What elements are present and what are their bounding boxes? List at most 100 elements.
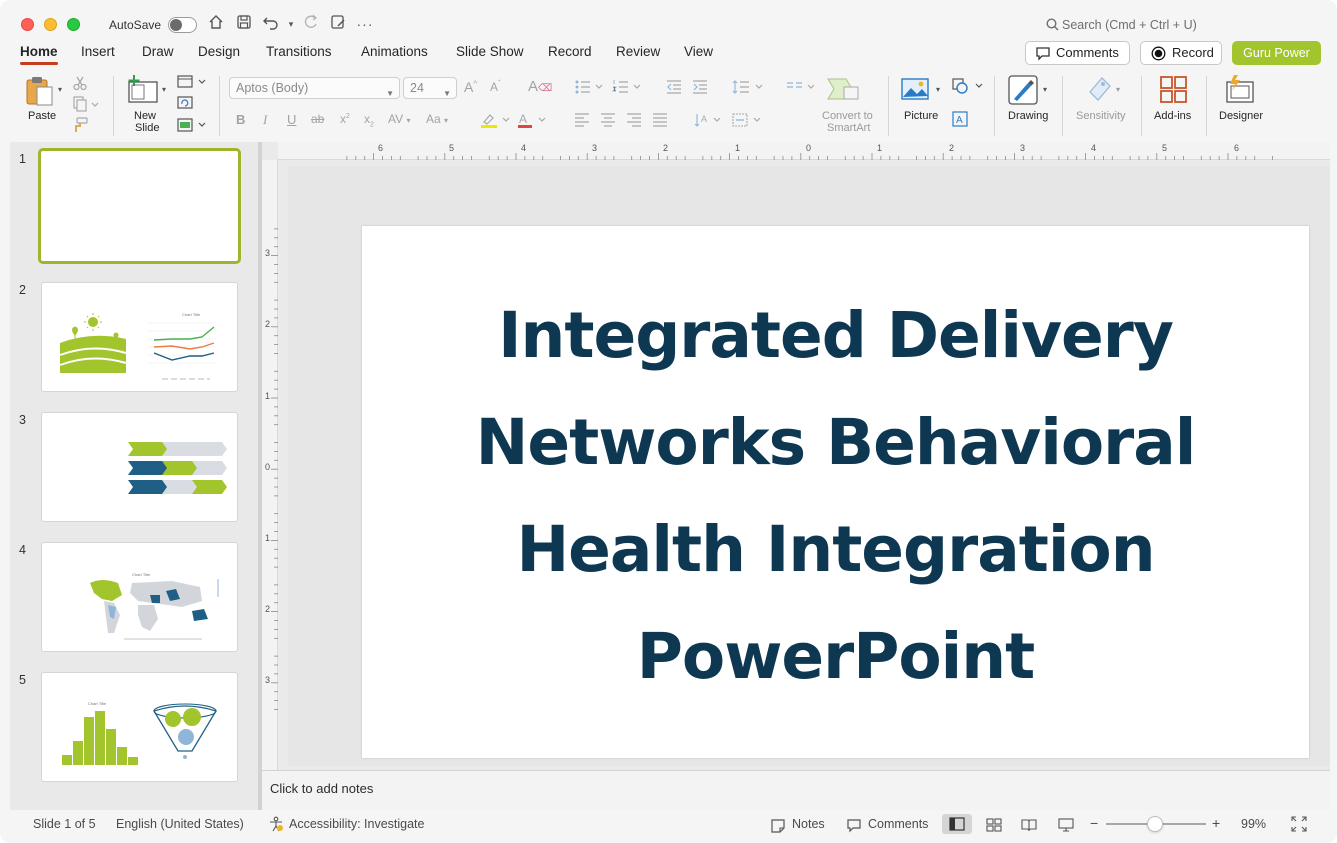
save-as-icon[interactable]: [328, 14, 348, 34]
bullets-icon[interactable]: [574, 79, 606, 98]
layout-icon[interactable]: [177, 75, 207, 92]
notes-toggle[interactable]: Notes: [792, 817, 825, 831]
sensitivity-icon[interactable]: [1086, 74, 1116, 107]
tab-view[interactable]: View: [684, 44, 713, 59]
paste-icon[interactable]: [24, 75, 56, 110]
slide-thumbnails-panel[interactable]: 1 2 Chart Title 3 4 Chart Title 5 Chart …: [10, 142, 258, 810]
slide-canvas[interactable]: Integrated Delivery Networks Behavioral …: [288, 166, 1330, 766]
cut-icon[interactable]: [72, 75, 88, 94]
line-spacing-icon[interactable]: [732, 79, 766, 98]
align-center-icon[interactable]: [600, 112, 616, 131]
drawing-dropdown-chevron-icon[interactable]: ▾: [1043, 84, 1047, 96]
zoom-in-icon[interactable]: +: [1212, 815, 1220, 831]
slide-sorter-icon[interactable]: [986, 818, 1002, 832]
redo-icon[interactable]: [301, 14, 321, 34]
record-button[interactable]: Record: [1140, 41, 1222, 65]
language-indicator[interactable]: English (United States): [116, 817, 244, 831]
slide-title-textbox[interactable]: Integrated Delivery Networks Behavioral …: [402, 282, 1269, 710]
text-box-icon[interactable]: A: [952, 111, 968, 130]
columns-icon[interactable]: [786, 79, 818, 98]
align-left-icon[interactable]: [574, 112, 590, 131]
comments-toggle[interactable]: Comments: [868, 817, 928, 831]
more-options-icon[interactable]: ···: [355, 14, 375, 34]
slide-thumbnail-5[interactable]: Chart Title: [41, 672, 238, 782]
tab-animations[interactable]: Animations: [361, 44, 428, 59]
font-size-select[interactable]: 24 ▼: [403, 77, 457, 99]
align-text-icon[interactable]: [732, 112, 766, 131]
accessibility-icon[interactable]: [268, 816, 284, 832]
change-case-icon[interactable]: Aa ▾: [426, 112, 448, 126]
reset-slide-icon[interactable]: [177, 96, 193, 113]
slide-thumbnail-3[interactable]: [41, 412, 238, 522]
drawing-icon[interactable]: [1008, 75, 1040, 108]
notes-pane[interactable]: Click to add notes: [262, 770, 1330, 810]
zoom-slider-handle[interactable]: [1147, 816, 1163, 832]
zoom-out-icon[interactable]: −: [1090, 815, 1098, 831]
tab-slide-show[interactable]: Slide Show: [456, 44, 524, 59]
undo-icon[interactable]: [261, 14, 281, 34]
section-icon[interactable]: [177, 118, 207, 135]
format-painter-icon[interactable]: [72, 117, 88, 136]
increase-indent-icon[interactable]: [692, 79, 708, 98]
reading-view-icon[interactable]: [1021, 818, 1037, 832]
subscript-icon[interactable]: x2: [364, 112, 374, 128]
character-spacing-icon[interactable]: AV ▾: [388, 112, 410, 126]
search-box[interactable]: Search (Cmd + Ctrl + U): [1046, 18, 1197, 32]
zoom-level[interactable]: 99%: [1241, 817, 1266, 831]
new-slide-icon[interactable]: [126, 74, 160, 107]
font-name-select[interactable]: Aptos (Body) ▼: [229, 77, 400, 99]
tab-record[interactable]: Record: [548, 44, 592, 59]
decrease-font-size-icon[interactable]: Aˇ: [490, 79, 501, 94]
close-window-button[interactable]: [21, 18, 34, 31]
accessibility-status[interactable]: Accessibility: Investigate: [289, 817, 424, 831]
guru-power-button[interactable]: Guru Power: [1232, 41, 1321, 65]
numbering-icon[interactable]: [612, 79, 644, 98]
superscript-icon[interactable]: x2: [340, 112, 350, 126]
picture-dropdown-chevron-icon[interactable]: ▾: [936, 84, 940, 96]
tab-insert[interactable]: Insert: [81, 44, 115, 59]
convert-smartart-icon[interactable]: [826, 77, 860, 104]
slideshow-view-icon[interactable]: [1058, 818, 1074, 832]
ruler-label: 0: [265, 462, 271, 472]
slide-thumbnail-2[interactable]: Chart Title: [41, 282, 238, 392]
tab-draw[interactable]: Draw: [142, 44, 174, 59]
increase-font-size-icon[interactable]: A^: [464, 79, 477, 95]
slide-thumbnail-4[interactable]: Chart Title: [41, 542, 238, 652]
highlight-color-icon[interactable]: [480, 112, 512, 131]
add-ins-icon[interactable]: [1159, 75, 1189, 108]
tab-review[interactable]: Review: [616, 44, 660, 59]
slide-thumbnail-1[interactable]: [38, 148, 241, 264]
normal-view-button[interactable]: [942, 814, 972, 834]
italic-icon[interactable]: I: [263, 112, 267, 128]
bold-icon[interactable]: B: [236, 112, 245, 127]
picture-icon[interactable]: [901, 76, 931, 105]
sensitivity-dropdown-chevron-icon[interactable]: ▾: [1116, 84, 1120, 96]
text-direction-icon[interactable]: A: [694, 112, 726, 131]
new-slide-dropdown-chevron-icon[interactable]: ▾: [162, 84, 166, 96]
designer-icon[interactable]: [1224, 74, 1258, 109]
underline-icon[interactable]: U: [287, 112, 296, 127]
comments-button[interactable]: Comments: [1025, 41, 1130, 65]
tab-design[interactable]: Design: [198, 44, 240, 59]
home-icon[interactable]: [206, 14, 226, 34]
justify-icon[interactable]: [652, 112, 668, 131]
font-color-icon[interactable]: A: [517, 112, 549, 131]
minimize-window-button[interactable]: [44, 18, 57, 31]
copy-icon[interactable]: [72, 96, 100, 115]
autosave-toggle[interactable]: [168, 17, 197, 33]
comment-icon[interactable]: [846, 818, 862, 834]
strikethrough-icon[interactable]: ab: [311, 112, 324, 126]
save-icon[interactable]: [234, 14, 254, 34]
current-slide[interactable]: Integrated Delivery Networks Behavioral …: [362, 226, 1309, 758]
undo-dropdown-chevron-icon[interactable]: ▾: [281, 14, 301, 34]
tab-home[interactable]: Home: [20, 44, 58, 65]
align-right-icon[interactable]: [626, 112, 642, 131]
notes-icon[interactable]: [770, 818, 786, 834]
decrease-indent-icon[interactable]: [666, 79, 682, 98]
tab-transitions[interactable]: Transitions: [266, 44, 332, 59]
shapes-icon[interactable]: [952, 78, 984, 99]
zoom-window-button[interactable]: [67, 18, 80, 31]
paste-dropdown-chevron-icon[interactable]: ▾: [58, 84, 62, 96]
fit-to-window-icon[interactable]: [1291, 816, 1307, 832]
clear-formatting-icon[interactable]: A⌫: [528, 78, 552, 95]
